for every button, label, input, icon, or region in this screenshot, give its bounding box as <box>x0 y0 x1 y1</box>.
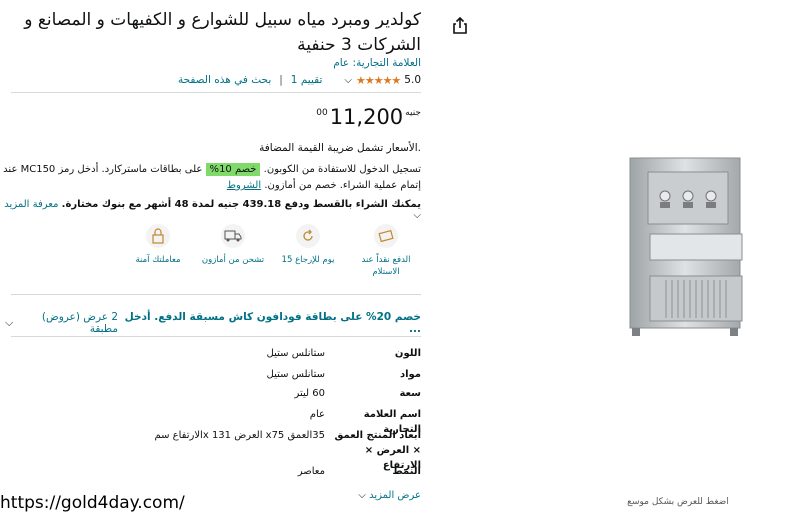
coupon-offer: تسجيل الدخول للاستفادة من الكوبون. خصم 1… <box>1 162 421 194</box>
service-cod[interactable]: الدفع نقداً عند الاستلام <box>350 224 422 278</box>
price: جنيه 11,200 00 <box>316 104 421 130</box>
share-icon[interactable] <box>452 16 468 35</box>
coupon-text: على بطاقات ماستركارد. أدخل رمز MC150 عند <box>3 164 203 175</box>
terms-link[interactable]: الشروط <box>227 180 261 191</box>
service-shipping[interactable]: تشحن من أمازون <box>197 224 269 266</box>
spec-value: 60 ليتر <box>294 388 325 399</box>
spec-row: اللون ستانلس ستيل <box>1 346 421 361</box>
service-label: تشحن من أمازون <box>201 255 265 265</box>
spec-row: النمط معاصر <box>1 464 421 479</box>
spec-value: ستانلس ستيل <box>266 369 325 380</box>
price-currency: جنيه <box>405 108 421 118</box>
spec-row: سعة 60 ليتر <box>1 386 421 401</box>
divider <box>11 92 421 93</box>
divider: | <box>279 74 283 86</box>
watermark-url: https://gold4day.com/ <box>0 493 185 513</box>
service-label: 15 يوم للإرجاع <box>281 255 335 265</box>
rating-value: 5.0 <box>404 74 421 86</box>
return-icon <box>296 224 320 248</box>
coupon-badge: خصم 10% <box>205 163 261 176</box>
shipping-truck-icon <box>221 224 245 248</box>
service-secure[interactable]: معاملتك آمنة <box>122 224 194 266</box>
product-image[interactable] <box>620 150 750 340</box>
spec-value: ستانلس ستيل <box>266 348 325 359</box>
learn-more-link[interactable]: معرفة المزيد <box>4 199 58 210</box>
coupon-text-2: إتمام عملية الشراء. خصم من أمازون. <box>264 180 421 191</box>
divider <box>11 336 421 337</box>
secure-transaction-icon <box>146 224 170 248</box>
divider <box>11 294 421 295</box>
see-more-label: عرض المزيد <box>369 490 421 501</box>
brand-link[interactable]: العلامة التجارية: عام <box>333 57 421 69</box>
installment-row: يمكنك الشراء بالقسط ودفع 439.18 جنيه لمد… <box>1 199 421 221</box>
installment-text: يمكنك الشراء بالقسط ودفع 439.18 جنيه لمد… <box>61 199 421 210</box>
spec-key: النمط <box>392 466 421 477</box>
offer-row[interactable]: خصم 20% على بطاقة فودافون كاش مسبقة الدف… <box>1 311 421 335</box>
rating-row: 5.0 ★★★★★ ⌵ تقييم 1 | بحث في هذه الصفحة <box>1 73 421 87</box>
cash-on-delivery-icon <box>374 224 398 248</box>
service-label: الدفع نقداً عند الاستلام <box>361 255 411 277</box>
spec-row: مواد ستانلس ستيل <box>1 367 421 382</box>
price-whole: 11,200 <box>329 105 404 129</box>
see-more-link[interactable]: عرض المزيد ⌵ <box>358 490 421 501</box>
chevron-down-icon[interactable]: ⌵ <box>344 75 352 86</box>
service-label: معاملتك آمنة <box>135 255 181 265</box>
spec-key: اللون <box>394 348 421 359</box>
offer-count[interactable]: 2 عرض (عروض) مطبقة <box>13 311 118 335</box>
service-return[interactable]: 15 يوم للإرجاع <box>272 224 344 266</box>
spec-value: معاصر <box>297 466 325 477</box>
search-page-link[interactable]: بحث في هذه الصفحة <box>178 74 271 86</box>
vat-note: .الأسعار تشمل ضريبة القيمة المضافة <box>259 142 421 154</box>
product-title: كولدير ومبرد مياه سبيل للشوارع و الكفيها… <box>24 10 421 55</box>
coupon-signin-text[interactable]: تسجيل الدخول للاستفادة من الكوبون. <box>264 164 421 175</box>
zoom-hint: اضغط للعرض بشكل موسع <box>627 497 729 507</box>
chevron-down-icon: ⌵ <box>358 490 366 501</box>
price-fraction: 00 <box>316 108 328 118</box>
offer-text[interactable]: خصم 20% على بطاقة فودافون كاش مسبقة الدف… <box>118 311 421 335</box>
chevron-down-icon[interactable]: ⌵ <box>5 316 13 330</box>
spec-key: مواد <box>399 369 421 380</box>
star-rating-icon[interactable]: ★★★★★ <box>356 74 401 87</box>
spec-key: سعة <box>399 388 421 399</box>
rating-count-link[interactable]: تقييم 1 <box>291 74 323 86</box>
chevron-down-icon[interactable]: ⌵ <box>413 210 421 221</box>
